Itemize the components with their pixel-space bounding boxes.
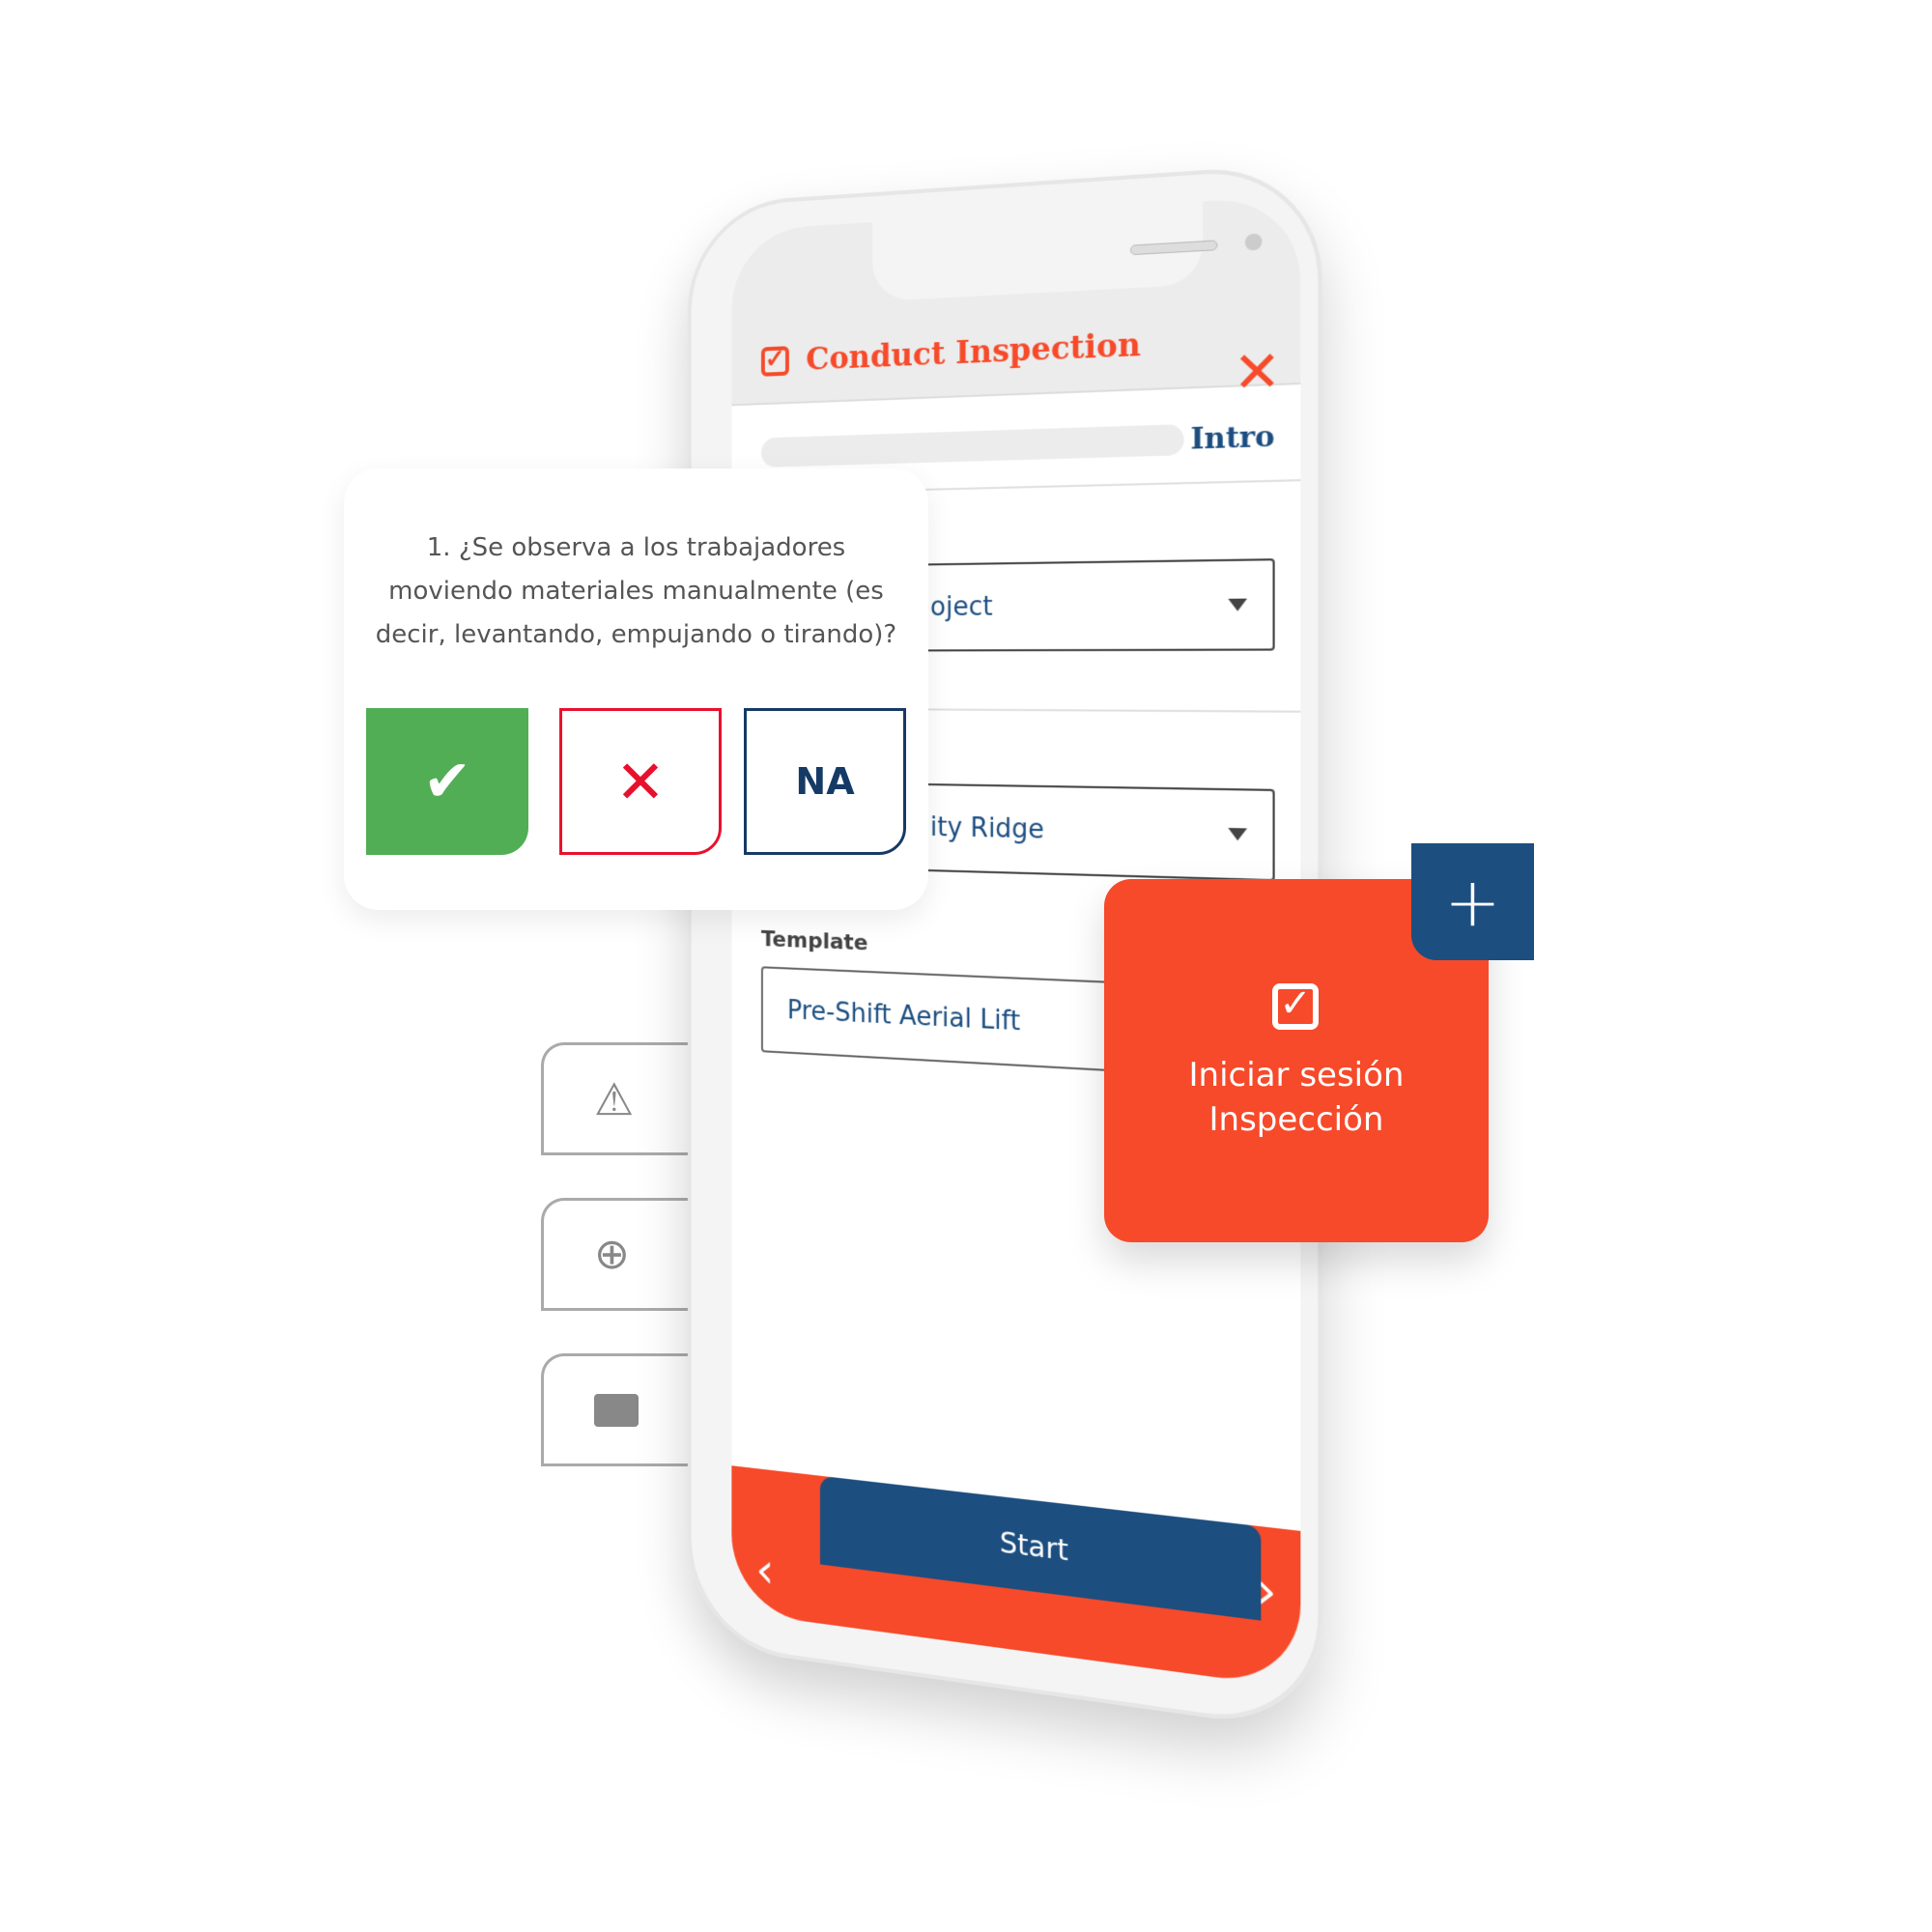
question-card: 1. ¿Se observa a los trabajadores movien… xyxy=(344,469,928,910)
chevron-down-icon xyxy=(1228,598,1248,611)
title-text: Conduct Inspection xyxy=(806,327,1141,378)
na-label: NA xyxy=(795,760,855,803)
warning-icon: ⚠ xyxy=(594,1072,635,1125)
yes-button[interactable]: ✔ xyxy=(366,708,528,855)
x-icon: ✕ xyxy=(615,746,666,817)
question-text: 1. ¿Se observa a los trabajadores movien… xyxy=(375,533,897,649)
plus-icon: + xyxy=(1444,862,1501,942)
warning-button[interactable]: ⚠ xyxy=(541,1042,696,1155)
promo-line2: Inspección xyxy=(1208,1100,1384,1139)
progress-bar xyxy=(760,424,1184,468)
zoom-button[interactable]: ⊕ xyxy=(541,1198,696,1311)
page-title: ✓ Conduct Inspection xyxy=(760,327,1141,380)
zoom-in-icon: ⊕ xyxy=(594,1230,630,1279)
template-label: Template xyxy=(760,926,868,956)
comment-button[interactable] xyxy=(541,1353,696,1466)
check-icon: ✔ xyxy=(422,748,472,815)
checkbox-icon: ✓ xyxy=(760,344,789,377)
promo-line1: Iniciar sesión xyxy=(1188,1056,1405,1094)
close-icon[interactable]: ✕ xyxy=(1234,338,1282,406)
template-value: Pre-Shift Aerial Lift xyxy=(786,995,1021,1037)
add-button[interactable]: + xyxy=(1411,843,1534,960)
na-button[interactable]: NA xyxy=(744,708,906,855)
step-label: Intro xyxy=(1190,418,1275,457)
chevron-left-icon[interactable]: ‹ xyxy=(755,1541,774,1600)
chevron-down-icon xyxy=(1228,828,1248,841)
checkbox-icon: ✓ xyxy=(1272,983,1319,1030)
comment-icon xyxy=(594,1393,639,1427)
header: ✓ Conduct Inspection ✕ xyxy=(731,195,1301,407)
no-button[interactable]: ✕ xyxy=(559,708,722,855)
